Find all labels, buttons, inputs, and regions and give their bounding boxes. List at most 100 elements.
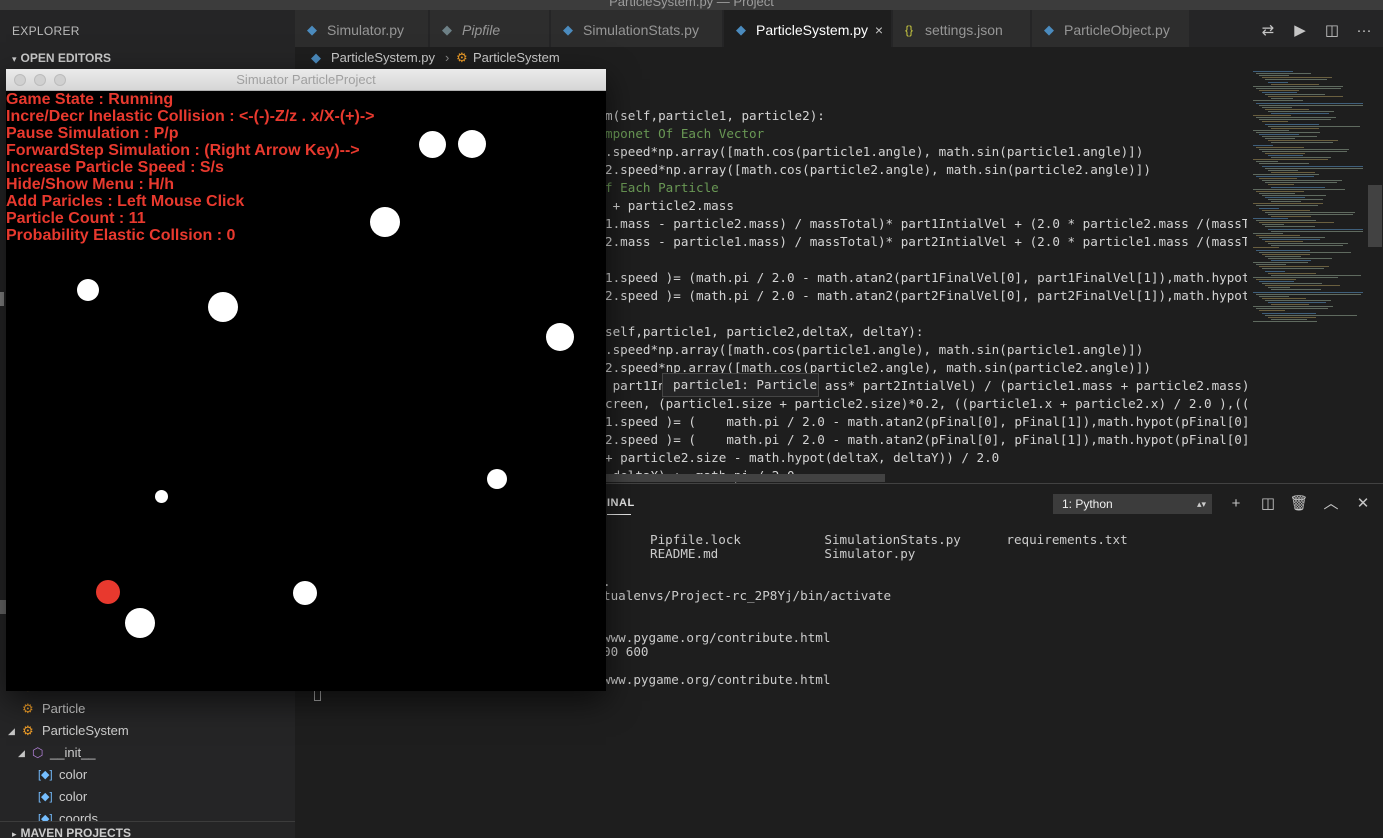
- outline-item-particlesystem[interactable]: ◢ ⚙ ParticleSystem: [0, 720, 295, 742]
- minimap-line: [1271, 98, 1293, 100]
- tab-simulator[interactable]: ◆ Simulator.py: [295, 10, 429, 50]
- minimap-line: [1262, 92, 1297, 93]
- breadcrumb-file[interactable]: ParticleSystem.py: [331, 47, 435, 69]
- minimap-line: [1262, 283, 1322, 285]
- tab-underline: [607, 514, 631, 515]
- minimap-line: [1265, 197, 1305, 198]
- minimap-line: [1271, 127, 1319, 129]
- minimap-line: [1271, 245, 1343, 247]
- minimap-line: [1259, 207, 1279, 209]
- breadcrumb-separator: ›: [445, 50, 450, 65]
- python-icon: ◆: [1044, 22, 1054, 37]
- close-icon[interactable]: ✕: [1352, 493, 1374, 515]
- minimap-line: [1256, 205, 1318, 207]
- simulation-canvas[interactable]: Game State : Running Incre/Decr Inelasti…: [6, 91, 606, 691]
- terminal-line: www.pygame.org/contribute.html: [603, 672, 831, 687]
- more-icon[interactable]: ···: [1353, 20, 1375, 42]
- code-line: 1.speed )= (math.pi / 2.0 - math.atan2(p…: [605, 270, 1247, 285]
- pygame-titlebar[interactable]: Simuator ParticleProject: [6, 69, 606, 91]
- outline-item-color[interactable]: [◆] color: [0, 764, 295, 786]
- minimap[interactable]: [1247, 69, 1367, 483]
- code-line: .speed*np.array([math.cos(particle1.angl…: [605, 342, 1144, 357]
- minimap-line: [1256, 146, 1304, 148]
- split-editor-icon[interactable]: ◫: [1321, 20, 1343, 42]
- minimap-line: [1268, 287, 1290, 289]
- minimap-line: [1268, 302, 1326, 303]
- minimap-line: [1256, 87, 1341, 89]
- tab-pipfile[interactable]: ◆ Pipfile: [430, 10, 550, 50]
- code-line: creen, (particle1.size + particle2.size)…: [605, 396, 1247, 411]
- tab-particleobject[interactable]: ◆ ParticleObject.py: [1032, 10, 1190, 50]
- minimap-line: [1262, 312, 1316, 314]
- minimap-line: [1256, 220, 1316, 222]
- minimap-line: [1253, 129, 1289, 131]
- menu-line: ForwardStep Simulation : (Right Arrow Ke…: [6, 142, 360, 159]
- particle: [546, 323, 574, 351]
- minimap-line: [1271, 83, 1319, 85]
- tab-terminal[interactable]: INAL: [607, 497, 635, 509]
- class-icon: ⚙: [22, 723, 34, 738]
- split-terminal-icon[interactable]: ◫: [1257, 493, 1279, 515]
- code-line: m(self,particle1, particle2):: [605, 108, 825, 123]
- field-icon: [◆]: [38, 813, 53, 822]
- run-icon[interactable]: ▶: [1289, 20, 1311, 42]
- add-icon[interactable]: +: [1225, 493, 1247, 515]
- chevron-up-icon[interactable]: ︿: [1320, 493, 1342, 515]
- maven-projects-section[interactable]: ▸ MAVEN PROJECTS: [0, 821, 295, 838]
- minimap-line: [1259, 163, 1309, 165]
- minimap-line: [1268, 169, 1298, 171]
- minimap-line: [1259, 148, 1349, 150]
- method-icon: ⬡: [32, 745, 44, 760]
- menu-line: Probability Elastic Collsion : 0: [6, 227, 236, 244]
- minimap-line: [1271, 186, 1325, 188]
- chevron-down-icon: ◢: [8, 726, 15, 736]
- minimap-line: [1256, 102, 1363, 104]
- code-line: 1.speed )= ( math.pi / 2.0 - math.atan2(…: [605, 414, 1247, 429]
- minimap-line: [1259, 222, 1334, 224]
- minimap-line: [1265, 211, 1355, 213]
- code-line: + particle2.mass: [605, 198, 734, 213]
- vertical-scrollbar[interactable]: [1368, 185, 1382, 247]
- minimap-line: [1259, 236, 1325, 238]
- outline-item-particle[interactable]: ⚙ Particle: [0, 698, 295, 720]
- chevron-down-icon: ▾: [12, 54, 17, 64]
- terminal-line: tualenvs/Project-rc_2P8Yj/bin/activate: [603, 588, 892, 603]
- code-line: + particle2.size - math.hypot(deltaX, de…: [605, 450, 1000, 465]
- tab-settings[interactable]: {} settings.json: [893, 10, 1031, 50]
- compare-icon[interactable]: ⇄: [1257, 20, 1279, 42]
- python-icon: ◆: [736, 22, 746, 37]
- minimap-line: [1262, 150, 1347, 152]
- minimap-line: [1256, 264, 1286, 266]
- minimap-line: [1253, 159, 1328, 161]
- outline-item-init[interactable]: ◢ ⬡ __init__: [0, 742, 295, 764]
- sidebar-marker: [0, 292, 4, 306]
- horizontal-scrollbar[interactable]: [600, 474, 885, 482]
- minimap-line: [1265, 108, 1309, 110]
- open-editors-section[interactable]: ▾ OPEN EDITORS: [0, 47, 295, 69]
- python-icon: ◆: [311, 50, 321, 65]
- particle: [487, 469, 507, 489]
- pygame-window[interactable]: Simuator ParticleProject Game State : Ru…: [6, 69, 606, 691]
- minimap-line: [1265, 182, 1337, 184]
- minimap-line: [1256, 234, 1300, 236]
- minimap-line: [1268, 125, 1360, 127]
- minimap-line: [1265, 79, 1327, 81]
- terminal-select[interactable]: 1: Python ▴▾: [1053, 494, 1212, 514]
- outline-item-coords[interactable]: [◆] coords: [0, 808, 295, 822]
- outline-item-color[interactable]: [◆] color: [0, 786, 295, 808]
- minimap-line: [1265, 226, 1315, 228]
- minimap-line: [1253, 115, 1291, 117]
- tab-particlesystem[interactable]: ◆ ParticleSystem.py ×: [724, 10, 892, 50]
- minimap-line: [1262, 194, 1326, 196]
- minimap-line: [1262, 180, 1342, 182]
- breadcrumb-symbol[interactable]: ParticleSystem: [473, 47, 560, 69]
- minimap-line: [1253, 71, 1293, 72]
- minimap-line: [1253, 173, 1319, 175]
- minimap-line: [1265, 138, 1295, 140]
- minimap-line: [1253, 276, 1338, 278]
- tab-simulationstats[interactable]: ◆ SimulationStats.py: [551, 10, 723, 50]
- trash-icon[interactable]: 🗑: [1288, 493, 1310, 515]
- close-icon[interactable]: ×: [875, 10, 883, 50]
- minimap-line: [1265, 94, 1325, 96]
- hover-tooltip: particle1: Particle: [662, 373, 819, 397]
